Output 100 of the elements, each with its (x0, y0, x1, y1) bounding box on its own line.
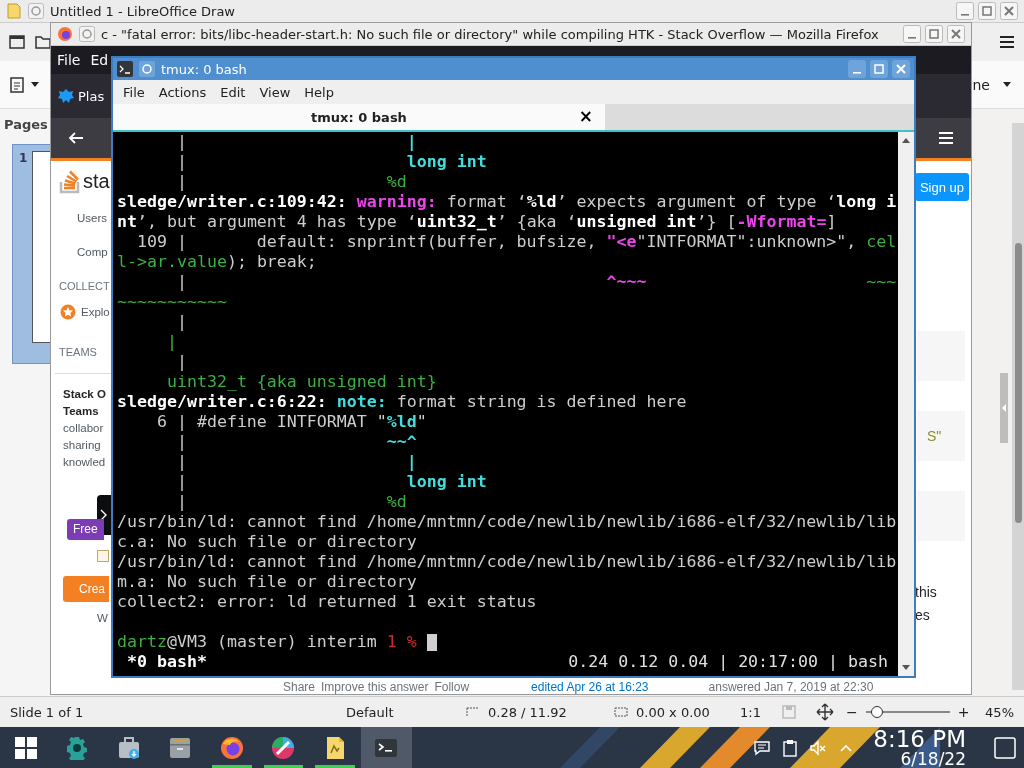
window-icon[interactable] (8, 33, 26, 51)
terminal-line: m.a: No such file or directory (117, 572, 418, 592)
paint-icon (271, 735, 296, 760)
menu-item[interactable]: View (253, 82, 297, 102)
terminal-line: | (165, 332, 178, 352)
bookmark-icon[interactable] (57, 87, 75, 105)
teams-link[interactable]: W (63, 610, 113, 627)
nav-link[interactable]: Comp (77, 246, 108, 258)
slider-thumb[interactable] (871, 706, 884, 718)
move-icon[interactable] (816, 703, 834, 721)
terminal-line: l->ar.value); break; (117, 252, 318, 272)
style-dropdown[interactable]: ne (968, 74, 1016, 95)
close-icon[interactable] (892, 60, 910, 78)
zoom-percentage: 45% (985, 704, 1014, 720)
section-heading: COLLECT (59, 280, 110, 292)
terminal-line: sledge/writer.c:109:42: warning: format ‘%ld’ expects argument of type ‘long i (117, 192, 898, 212)
briefcase-icon (116, 735, 141, 760)
bookmark[interactable]: Plas (78, 88, 105, 104)
terminal-line: /usr/bin/ld: cannot find /home/mntmn/code/newlib/newlib/i686-elf/32/newlib/lib (117, 512, 898, 532)
maximize-icon[interactable] (925, 25, 943, 43)
terminal-line: | long int (175, 152, 488, 172)
nav-link[interactable]: Explo (81, 306, 110, 318)
minimize-icon[interactable] (956, 2, 974, 20)
pin-icon[interactable] (139, 61, 155, 77)
scroll-down-icon[interactable] (901, 664, 911, 672)
clock[interactable]: 8:16 PM 6/18/22 (873, 727, 966, 768)
terminal-line: c.a: No such file or directory (117, 532, 418, 552)
terminal-line: | ^~~~ ~~~ (175, 272, 898, 292)
position-readout: 0.28 / 11.92 (488, 704, 567, 720)
edited-link[interactable]: edited Apr 26 at 16:23 (531, 680, 649, 694)
code-block-background (917, 331, 965, 381)
checkbox[interactable] (97, 550, 109, 562)
browser-icon (57, 26, 73, 42)
close-icon[interactable] (947, 25, 965, 43)
close-icon[interactable] (1000, 2, 1018, 20)
shell-prompt: dartz@VM3 (master) interim 1 % (117, 632, 417, 652)
drawer-icon (168, 735, 193, 760)
tmux-status: 0.24 0.12 0.04 | 20:17:00 | bash (568, 652, 889, 672)
menu-item[interactable]: Help (298, 82, 340, 102)
grid-icon (13, 735, 38, 760)
notification-icon[interactable] (753, 738, 772, 757)
teams-text: sharing (63, 438, 102, 453)
slide-counter: Slide 1 of 1 (10, 704, 85, 720)
panel-title: Pages (4, 117, 49, 132)
free-badge: Free (67, 519, 104, 540)
post-action-link[interactable]: Share (283, 680, 316, 694)
menu-icon[interactable] (998, 33, 1016, 51)
teams-subtitle: Teams (63, 404, 100, 419)
logo-icon[interactable] (59, 168, 81, 194)
minimize-icon[interactable] (848, 60, 866, 78)
tab-close-button[interactable]: × (576, 106, 595, 126)
terminal-line: /usr/bin/ld: cannot find /home/mntmn/code/newlib/newlib/i686-elf/32/newlib/lib (117, 552, 898, 572)
section-heading: TEAMS (59, 346, 97, 358)
answer-text: es (915, 606, 931, 625)
size-readout: 0.00 x 0.00 (636, 704, 710, 720)
terminal-line: | (175, 352, 188, 372)
clipboard-icon[interactable] (8, 75, 26, 94)
terminal-line: sledge/writer.c:6:22: note: format string is defined here (117, 392, 688, 412)
clipboard-icon[interactable] (781, 738, 800, 757)
terminal-line: | | (175, 132, 418, 152)
save-icon (780, 703, 798, 721)
maximize-icon[interactable] (978, 2, 996, 20)
zoom-in-button[interactable]: + (957, 704, 970, 720)
zoom-out-button[interactable]: − (846, 704, 858, 720)
scroll-up-icon[interactable] (901, 136, 911, 144)
answer-text: this (915, 583, 938, 602)
menu-item[interactable]: File (117, 82, 151, 102)
logo-text[interactable]: sta (83, 169, 110, 193)
terminal-line: 109 | default: snprintf(buffer, bufsize, "<e"INTFORMAT":unknown>", cel (135, 232, 898, 252)
caret-icon[interactable] (30, 81, 40, 88)
app-icon (6, 3, 22, 19)
teams-text: knowled (63, 455, 107, 470)
menu-item[interactable]: Ed (90, 52, 109, 68)
post-action-link[interactable]: Improve this answer (321, 680, 429, 694)
folder-icon[interactable] (34, 33, 52, 51)
terminal-line: | (175, 312, 188, 332)
gear-icon (65, 735, 90, 760)
nav-link[interactable]: Users (77, 212, 108, 224)
minimize-icon[interactable] (903, 25, 921, 43)
code-text: S" (927, 428, 942, 444)
terminal-tab[interactable]: tmux: 0 bash × (113, 104, 605, 130)
terminal-line: | ~~^ (175, 432, 418, 452)
show-desktop-icon[interactable] (994, 736, 1016, 759)
code-block-background (917, 491, 965, 541)
browser-icon (219, 735, 244, 760)
window-title: c - "fatal error: bits/libc-header-start.h: No such file or directory" while compiling HTK - Stack Overflow — Mozilla Firefox (101, 26, 880, 42)
scale-readout: 1:1 (740, 704, 762, 720)
terminal-line: uint32_t {aka unsigned int} (165, 372, 438, 392)
menu-icon[interactable] (937, 129, 955, 147)
star-badge-icon (59, 303, 77, 321)
terminal-icon (117, 61, 133, 77)
tmux-window-label: *0 bash* (126, 652, 207, 672)
terminal-line: | %d (175, 492, 408, 512)
menu-item[interactable]: Actions (152, 82, 213, 102)
menu-item[interactable]: File (57, 52, 81, 68)
post-action-link[interactable]: Follow (434, 680, 470, 694)
menu-item[interactable]: Edit (214, 82, 252, 102)
muted-speaker-icon[interactable] (809, 738, 828, 757)
window-title: tmux: 0 bash (161, 61, 248, 77)
scrollbar-thumb[interactable] (1014, 243, 1022, 523)
